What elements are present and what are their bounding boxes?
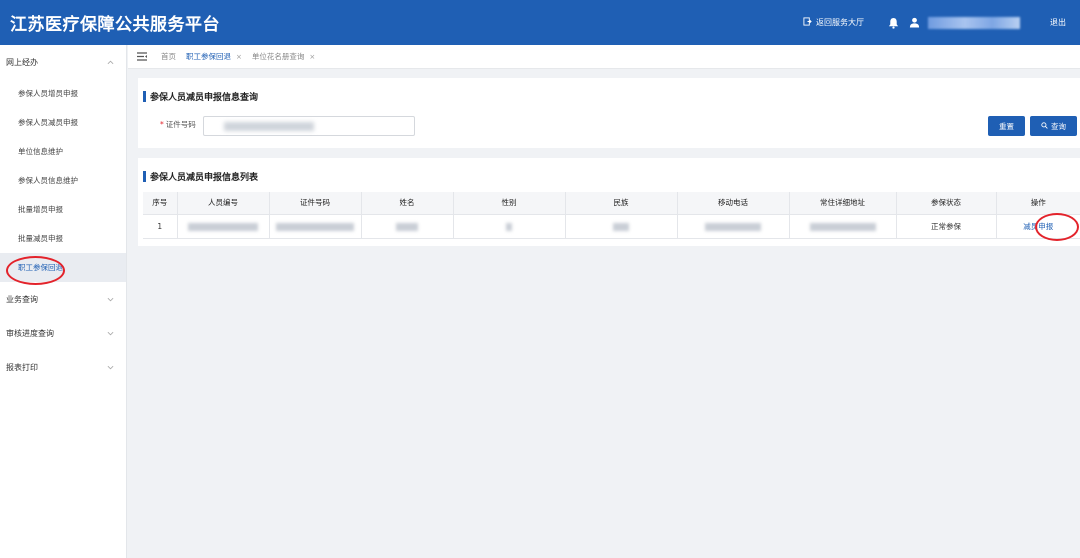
sidebar-item-member-info[interactable]: 参保人员信息维护 xyxy=(0,166,126,195)
sidebar-group-online-service[interactable]: 网上经办 xyxy=(0,45,126,79)
close-icon[interactable]: × xyxy=(236,53,242,61)
close-icon[interactable]: × xyxy=(309,53,315,61)
menu-toggle-icon[interactable] xyxy=(137,52,147,61)
sidebar: 网上经办 参保人员增员申报 参保人员减员申报 单位信息维护 参保人员信息维护 批… xyxy=(0,45,127,558)
column-header: 移动电话 xyxy=(677,192,790,215)
id-number-input[interactable] xyxy=(203,116,415,136)
result-table: 序号 人员编号 证件号码 姓名 性别 民族 移动电话 常住详细地址 参保状态 操… xyxy=(143,192,1080,239)
search-button-label: 查询 xyxy=(1051,121,1066,131)
search-button[interactable]: 查询 xyxy=(1030,116,1077,136)
sidebar-group-label: 审核进度查询 xyxy=(6,328,54,338)
exit-door-icon xyxy=(803,17,816,28)
back-to-hall-link[interactable]: 返回服务大厅 xyxy=(803,17,864,28)
sidebar-group-label: 网上经办 xyxy=(6,57,38,67)
tab-label: 职工参保回退 xyxy=(186,52,231,61)
column-header: 常住详细地址 xyxy=(789,192,897,215)
sidebar-group-report-print[interactable]: 报表打印 xyxy=(0,350,126,384)
column-header: 民族 xyxy=(565,192,678,215)
column-header: 人员编号 xyxy=(177,192,270,215)
search-icon xyxy=(1041,121,1051,131)
id-number-label: * 证件号码 xyxy=(160,120,196,129)
sidebar-item-batch-remove[interactable]: 批量减员申报 xyxy=(0,224,126,253)
user-name-redacted xyxy=(928,16,1020,29)
sidebar-group-business-query[interactable]: 业务查询 xyxy=(0,282,126,316)
reduce-apply-link[interactable]: 减员申报 xyxy=(1023,222,1053,231)
column-header: 序号 xyxy=(143,192,178,215)
bell-icon[interactable] xyxy=(888,17,899,29)
tab-roster-query[interactable]: 单位花名册查询 × xyxy=(252,51,315,62)
query-panel: 参保人员减员申报信息查询 * 证件号码 重置 查询 xyxy=(138,78,1080,148)
chevron-down-icon xyxy=(107,363,114,372)
insurance-status: 正常参保 xyxy=(896,214,997,239)
top-header: 江苏医疗保障公共服务平台 返回服务大厅 退出 xyxy=(0,0,1080,45)
reset-button[interactable]: 重置 xyxy=(988,116,1025,136)
sidebar-item-insurance-rollback[interactable]: 职工参保回退 xyxy=(0,253,126,282)
tab-label: 单位花名册查询 xyxy=(251,52,305,61)
chevron-up-icon xyxy=(107,58,114,67)
column-header: 参保状态 xyxy=(896,192,997,215)
reduce-apply-cell: 减员申报 xyxy=(996,214,1080,239)
redacted-ethnicity xyxy=(565,214,678,239)
column-header: 操作 xyxy=(996,192,1080,215)
sidebar-item-unit-info[interactable]: 单位信息维护 xyxy=(0,137,126,166)
redacted-person-id xyxy=(177,214,270,239)
redacted-gender xyxy=(453,214,566,239)
sidebar-group-label: 报表打印 xyxy=(6,362,38,372)
column-header: 证件号码 xyxy=(269,192,362,215)
logout-link[interactable]: 退出 xyxy=(1050,17,1066,28)
tab-insurance-rollback[interactable]: 职工参保回退 × xyxy=(186,51,242,62)
table-row: 1 正常参保 减员申报 xyxy=(143,214,1080,239)
redacted-phone xyxy=(677,214,790,239)
redacted-id-number xyxy=(269,214,362,239)
platform-title: 江苏医疗保障公共服务平台 xyxy=(10,15,220,35)
column-header: 姓名 xyxy=(361,192,454,215)
table-header-row: 序号 人员编号 证件号码 姓名 性别 民族 移动电话 常住详细地址 参保状态 操… xyxy=(143,192,1080,215)
back-to-hall-label: 返回服务大厅 xyxy=(816,18,864,27)
redacted-address xyxy=(789,214,897,239)
list-panel: 参保人员减员申报信息列表 序号 人员编号 证件号码 姓名 性别 民族 移动电话 … xyxy=(138,158,1080,246)
row-index: 1 xyxy=(143,214,178,239)
tabs-bar: 首页 职工参保回退 × 单位花名册查询 × xyxy=(128,45,1080,69)
chevron-down-icon xyxy=(107,329,114,338)
sidebar-item-batch-add[interactable]: 批量增员申报 xyxy=(0,195,126,224)
column-header: 性别 xyxy=(453,192,566,215)
sidebar-item-add-member[interactable]: 参保人员增员申报 xyxy=(0,79,126,108)
redacted-value xyxy=(224,122,314,131)
tab-home[interactable]: 首页 xyxy=(161,51,176,62)
sidebar-item-remove-member[interactable]: 参保人员减员申报 xyxy=(0,108,126,137)
sidebar-group-review-progress[interactable]: 审核进度查询 xyxy=(0,316,126,350)
user-icon[interactable] xyxy=(909,17,920,28)
tab-label: 首页 xyxy=(161,52,176,61)
query-panel-title: 参保人员减员申报信息查询 xyxy=(143,90,258,103)
redacted-name xyxy=(361,214,454,239)
sidebar-group-label: 业务查询 xyxy=(6,294,38,304)
chevron-down-icon xyxy=(107,295,114,304)
list-panel-title: 参保人员减员申报信息列表 xyxy=(143,170,258,183)
